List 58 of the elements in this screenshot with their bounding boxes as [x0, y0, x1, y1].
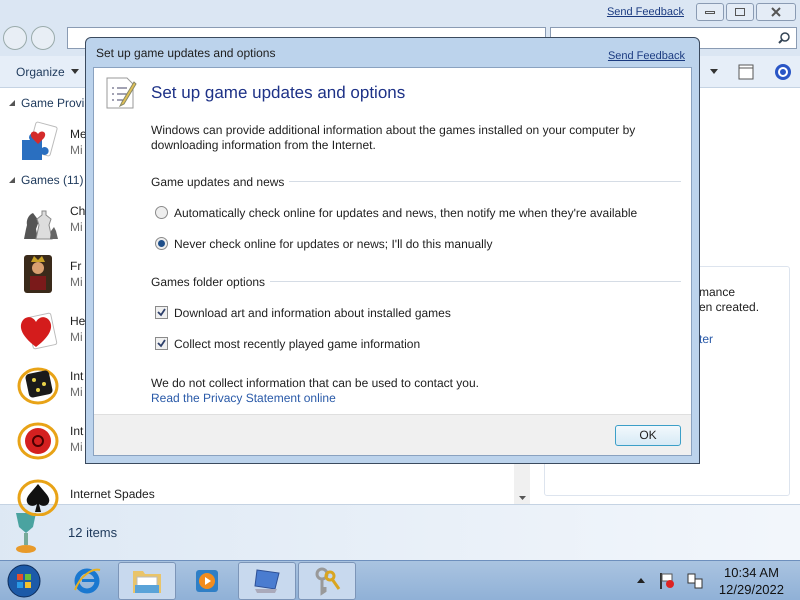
collapse-arrow-icon[interactable] [8, 99, 16, 107]
flag-icon[interactable] [658, 572, 675, 590]
radio-button[interactable] [155, 237, 168, 250]
game-publisher: Mi [70, 274, 83, 290]
game-name[interactable]: Ch [70, 202, 86, 218]
taskbar-app[interactable] [238, 562, 296, 600]
dialog-heading: Set up game updates and options [151, 82, 406, 104]
caret-icon [70, 69, 79, 74]
item-count: 12 items [68, 524, 118, 542]
network-icon[interactable] [686, 572, 703, 590]
ok-button[interactable]: OK [615, 424, 681, 446]
search-icon [778, 32, 790, 44]
close-icon [771, 7, 781, 17]
help-icon[interactable] [774, 62, 792, 80]
close-button[interactable] [756, 3, 796, 21]
group-header[interactable]: Games (11) [21, 171, 84, 189]
privacy-note: We do not collect information that can be used to contact you. [151, 376, 480, 390]
game-name[interactable]: He [70, 312, 86, 328]
game-name[interactable]: Int [70, 422, 84, 438]
taskbar-app[interactable] [118, 562, 176, 600]
clock[interactable]: 10:34 AM 12/29/2022 [718, 564, 784, 598]
game-publisher: Mi [70, 328, 84, 344]
radio-button[interactable] [155, 206, 168, 219]
organize-button[interactable]: Organize [8, 60, 87, 84]
browser-icon [72, 566, 102, 596]
intro-text: Windows can provide additional information about the games installed on your computer by downloading information from the Internet. [151, 122, 636, 152]
restore-button[interactable] [726, 3, 754, 21]
game-name[interactable]: Int [70, 368, 84, 384]
radio-option[interactable]: Automatically check online for updates and news, then notify me when they're available [155, 204, 681, 222]
scroll-down-icon [518, 496, 526, 500]
details-text: mance [699, 285, 736, 300]
checkbox-option[interactable]: Collect most recently played game information [155, 334, 681, 352]
section-title: Games folder options [151, 274, 266, 290]
send-feedback-link[interactable]: Send Feedback [606, 4, 684, 20]
checkbox-option[interactable]: Download art and information about installed games [155, 304, 681, 322]
preview-pane-icon[interactable] [738, 64, 754, 80]
privacy-link[interactable]: Read the Privacy Statement online [151, 390, 336, 406]
radio-option[interactable]: Never check online for updates or news; I'll do this manually [155, 234, 681, 252]
game-publisher: Mi [70, 142, 84, 158]
dialog-title: Set up game updates and options [96, 44, 276, 62]
section-title: Game updates and news [151, 174, 284, 190]
game-name[interactable]: Internet Spades [70, 486, 155, 502]
minimize-button[interactable] [696, 3, 724, 21]
game-publisher: Mi [70, 384, 84, 400]
details-link[interactable]: ter [699, 332, 789, 347]
checkbox[interactable] [155, 306, 168, 319]
send-feedback-link[interactable]: Send Feedback [608, 48, 685, 65]
game-publisher: Mi [70, 218, 84, 234]
collapse-arrow-icon[interactable] [8, 176, 16, 184]
group-header[interactable]: Game Provi [21, 94, 84, 112]
details-text: en created. [699, 300, 760, 315]
start-orb-icon [7, 564, 41, 598]
game-publisher: Mi [70, 438, 84, 454]
caret-icon[interactable] [710, 69, 718, 74]
checklist-icon [104, 76, 138, 110]
show-hidden-icons-icon[interactable] [636, 578, 645, 583]
game-name[interactable]: Fr [70, 258, 83, 274]
checkbox[interactable] [155, 337, 168, 350]
